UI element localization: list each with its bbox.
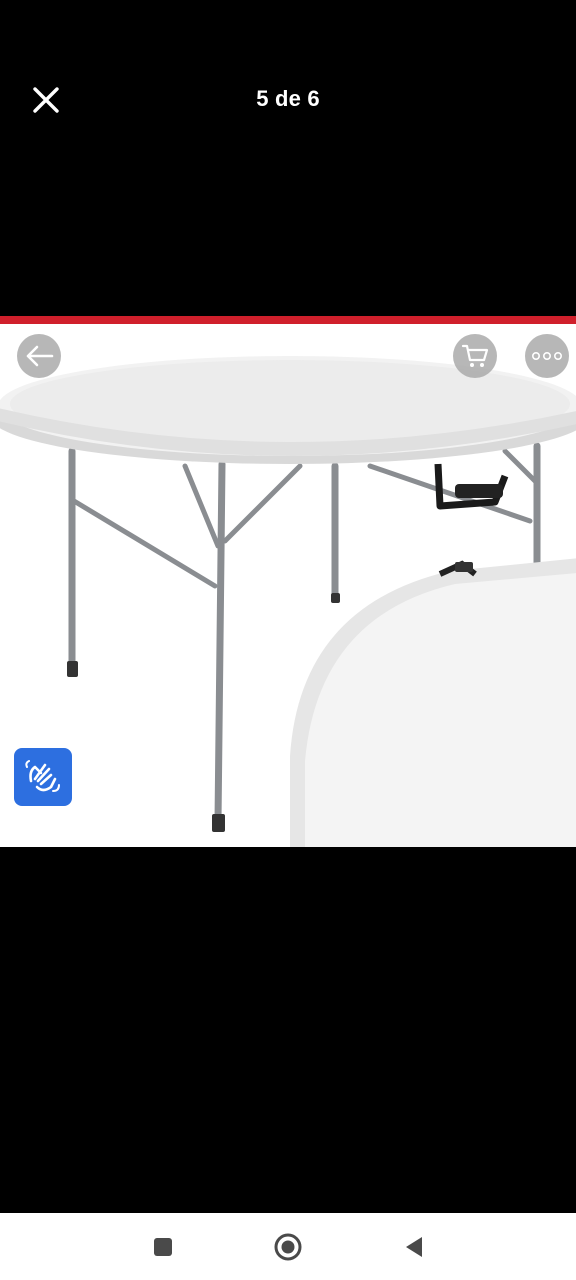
image-counter: 5 de 6 xyxy=(256,86,320,111)
home-button[interactable] xyxy=(272,1231,304,1263)
home-icon xyxy=(274,1233,302,1261)
cart-button[interactable] xyxy=(453,334,497,378)
system-navigation-bar xyxy=(0,1213,576,1280)
viewer-header: 5 de 6 xyxy=(0,0,576,200)
sign-language-icon xyxy=(25,760,60,792)
back-button[interactable] xyxy=(17,334,61,378)
recent-apps-button[interactable] xyxy=(147,1231,179,1263)
more-options-button[interactable] xyxy=(525,334,569,378)
product-image[interactable] xyxy=(0,316,576,847)
system-back-button[interactable] xyxy=(398,1231,430,1263)
cart-icon xyxy=(461,344,489,367)
folding-table-illustration xyxy=(0,356,576,847)
recent-apps-icon xyxy=(154,1238,172,1256)
more-dots-icon xyxy=(531,351,562,361)
accessibility-button[interactable] xyxy=(14,748,72,806)
back-icon xyxy=(406,1237,422,1257)
arrow-left-icon xyxy=(26,345,54,367)
